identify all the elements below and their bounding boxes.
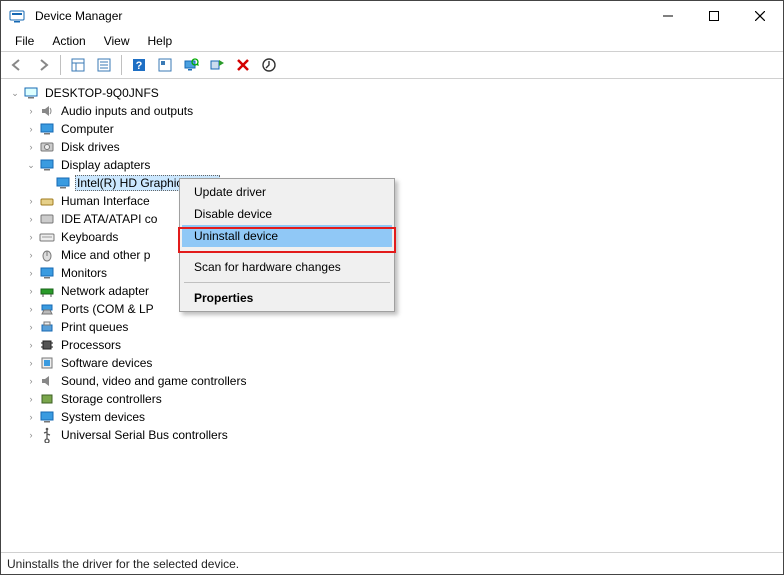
cpu-icon	[39, 337, 55, 353]
expand-icon[interactable]: ›	[23, 265, 39, 281]
keyboard-icon	[39, 229, 55, 245]
tree-printq[interactable]: ›Print queues	[3, 318, 781, 336]
minimize-button[interactable]	[645, 1, 691, 31]
window-title: Device Manager	[35, 9, 122, 23]
forward-button[interactable]	[31, 54, 55, 76]
menu-view[interactable]: View	[96, 32, 138, 50]
toolbar: ?	[1, 51, 783, 79]
app-icon	[9, 8, 25, 24]
software-icon	[39, 355, 55, 371]
disk-icon	[39, 139, 55, 155]
scan-hardware-button[interactable]	[179, 54, 203, 76]
expand-icon[interactable]: ›	[23, 409, 39, 425]
ctx-properties[interactable]: Properties	[182, 287, 392, 309]
expand-icon[interactable]: ›	[23, 391, 39, 407]
collapse-icon[interactable]: ⌄	[7, 85, 23, 101]
ide-icon	[39, 211, 55, 227]
show-hidden-button[interactable]	[153, 54, 177, 76]
expand-icon[interactable]: ›	[23, 229, 39, 245]
hid-icon	[39, 193, 55, 209]
context-menu: Update driver Disable device Uninstall d…	[179, 178, 395, 312]
expand-icon[interactable]: ›	[23, 319, 39, 335]
menu-help[interactable]: Help	[140, 32, 181, 50]
port-icon	[39, 301, 55, 317]
display-icon	[39, 157, 55, 173]
expand-icon[interactable]: ›	[23, 427, 39, 443]
help-button[interactable]: ?	[127, 54, 151, 76]
tree-display[interactable]: ⌄Display adapters	[3, 156, 781, 174]
expand-icon[interactable]: ›	[23, 355, 39, 371]
expand-icon[interactable]: ›	[23, 337, 39, 353]
titlebar: Device Manager	[1, 1, 783, 31]
monitor-icon	[39, 265, 55, 281]
window-controls	[645, 1, 783, 31]
device-tree[interactable]: ⌄ DESKTOP-9Q0JNFS ›Audio inputs and outp…	[1, 79, 783, 552]
usb-icon	[39, 427, 55, 443]
menu-action[interactable]: Action	[44, 32, 93, 50]
computer-icon	[23, 85, 39, 101]
tree-system[interactable]: ›System devices	[3, 408, 781, 426]
close-button[interactable]	[737, 1, 783, 31]
mouse-icon	[39, 247, 55, 263]
expand-icon[interactable]: ›	[23, 193, 39, 209]
back-button[interactable]	[5, 54, 29, 76]
menu-file[interactable]: File	[7, 32, 42, 50]
expand-icon[interactable]: ›	[23, 211, 39, 227]
uninstall-button[interactable]	[231, 54, 255, 76]
audio-icon	[39, 103, 55, 119]
enable-device-button[interactable]	[205, 54, 229, 76]
statusbar: Uninstalls the driver for the selected d…	[1, 552, 783, 574]
tree-storage[interactable]: ›Storage controllers	[3, 390, 781, 408]
collapse-icon[interactable]: ⌄	[23, 157, 39, 173]
ctx-scan-hardware[interactable]: Scan for hardware changes	[182, 256, 392, 278]
expand-icon[interactable]: ›	[23, 301, 39, 317]
printer-icon	[39, 319, 55, 335]
show-hide-tree-button[interactable]	[66, 54, 90, 76]
ctx-separator	[184, 251, 390, 252]
svg-text:?: ?	[136, 60, 143, 72]
status-text: Uninstalls the driver for the selected d…	[7, 557, 239, 571]
tree-sound[interactable]: ›Sound, video and game controllers	[3, 372, 781, 390]
expand-icon[interactable]: ›	[23, 247, 39, 263]
expand-icon[interactable]: ›	[23, 121, 39, 137]
expand-icon[interactable]: ›	[23, 283, 39, 299]
properties-button[interactable]	[92, 54, 116, 76]
ctx-update-driver[interactable]: Update driver	[182, 181, 392, 203]
ctx-separator	[184, 282, 390, 283]
network-icon	[39, 283, 55, 299]
tree-computer[interactable]: ›Computer	[3, 120, 781, 138]
system-icon	[39, 409, 55, 425]
storage-icon	[39, 391, 55, 407]
ctx-disable-device[interactable]: Disable device	[182, 203, 392, 225]
monitor-icon	[39, 121, 55, 137]
tree-audio[interactable]: ›Audio inputs and outputs	[3, 102, 781, 120]
tree-root[interactable]: ⌄ DESKTOP-9Q0JNFS	[3, 84, 781, 102]
sound-icon	[39, 373, 55, 389]
tree-disk[interactable]: ›Disk drives	[3, 138, 781, 156]
tree-proc[interactable]: ›Processors	[3, 336, 781, 354]
expand-icon[interactable]: ›	[23, 373, 39, 389]
gpu-icon	[55, 175, 71, 191]
expand-icon[interactable]: ›	[23, 139, 39, 155]
update-driver-button[interactable]	[257, 54, 281, 76]
device-manager-window: Device Manager File Action View Help ?	[0, 0, 784, 575]
tree-sw[interactable]: ›Software devices	[3, 354, 781, 372]
ctx-uninstall-device[interactable]: Uninstall device	[182, 225, 392, 247]
maximize-button[interactable]	[691, 1, 737, 31]
tree-usb[interactable]: ›Universal Serial Bus controllers	[3, 426, 781, 444]
expand-icon[interactable]: ›	[23, 103, 39, 119]
menubar: File Action View Help	[1, 31, 783, 51]
